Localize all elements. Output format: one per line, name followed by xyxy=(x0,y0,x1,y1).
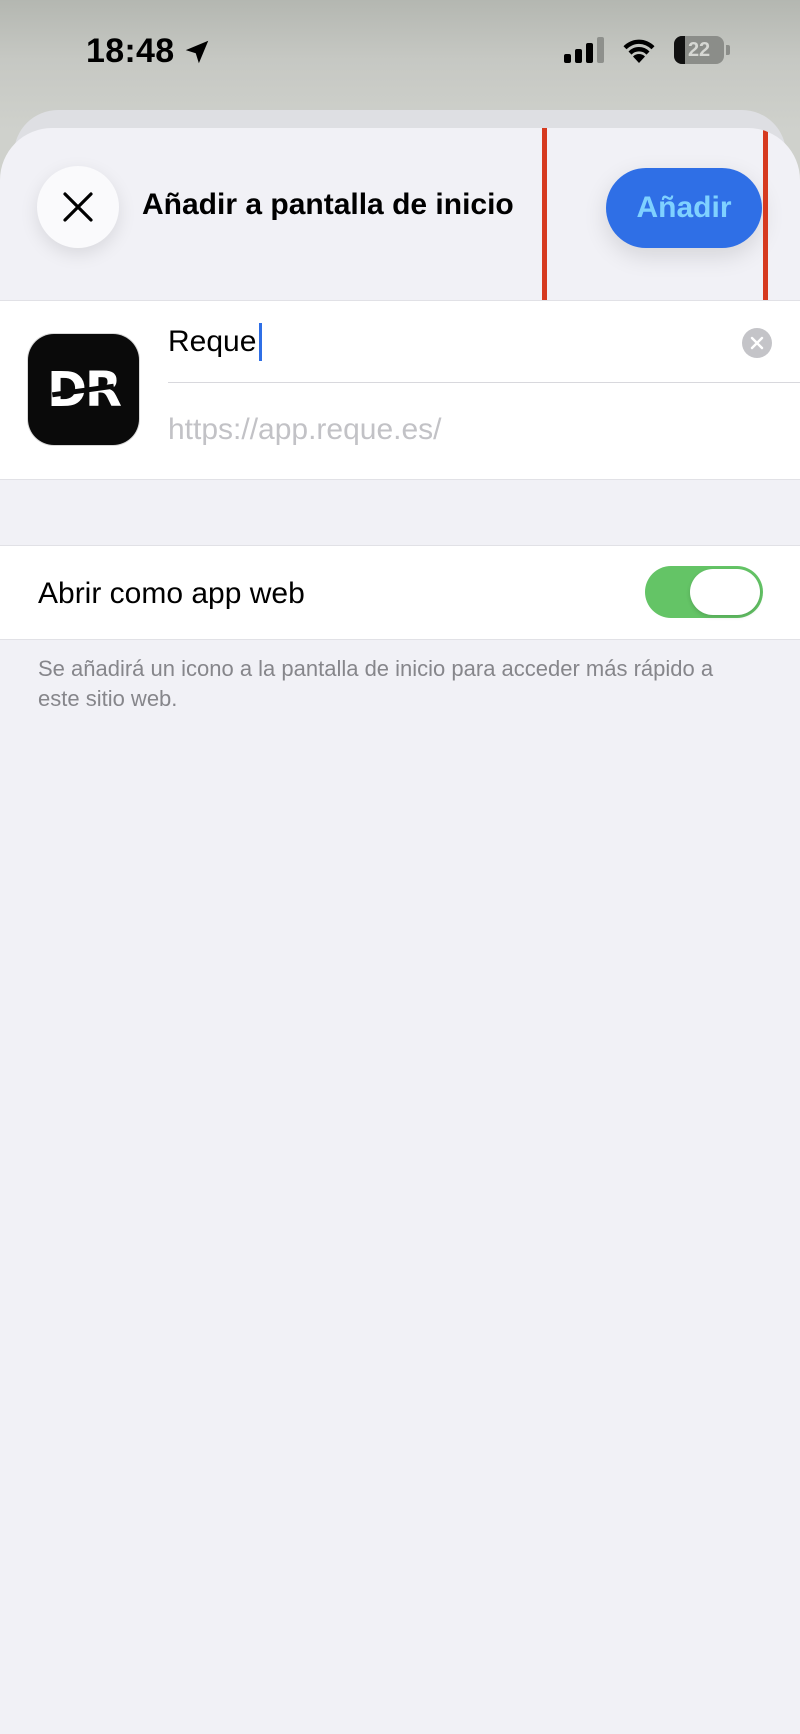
sheet-header: Añadir a pantalla de inicio Añadir xyxy=(0,128,800,327)
app-icon: DR xyxy=(28,334,139,445)
add-button[interactable]: Añadir xyxy=(606,168,762,248)
location-arrow-icon xyxy=(186,40,209,63)
name-field[interactable] xyxy=(168,324,258,359)
sheet-title: Añadir a pantalla de inicio xyxy=(142,188,514,221)
web-app-option-card: Abrir como app web xyxy=(0,545,800,640)
status-time-text: 18:48 xyxy=(86,32,175,70)
toggle-knob xyxy=(690,569,760,615)
close-icon xyxy=(63,192,93,222)
add-to-home-sheet: Añadir a pantalla de inicio Añadir DR ht… xyxy=(0,128,800,1734)
text-caret xyxy=(259,322,262,361)
clear-text-button[interactable] xyxy=(742,328,772,358)
open-as-web-app-toggle[interactable] xyxy=(645,566,763,618)
name-field-row xyxy=(168,301,800,383)
status-bar: 18:48 22 xyxy=(0,0,800,110)
status-time: 18:48 xyxy=(86,32,212,71)
battery-icon: 22 xyxy=(674,36,730,64)
wifi-icon xyxy=(620,36,658,64)
cellular-signal-icon xyxy=(564,37,604,63)
open-as-web-app-label: Abrir como app web xyxy=(38,577,305,610)
battery-level: 22 xyxy=(687,38,711,61)
url-text: https://app.reque.es/ xyxy=(168,413,442,446)
bookmark-info-card: DR https://app.reque.es/ xyxy=(0,300,800,480)
footer-note: Se añadirá un icono a la pantalla de ini… xyxy=(38,656,714,711)
close-button[interactable] xyxy=(37,166,119,248)
clear-text-icon xyxy=(750,336,764,350)
